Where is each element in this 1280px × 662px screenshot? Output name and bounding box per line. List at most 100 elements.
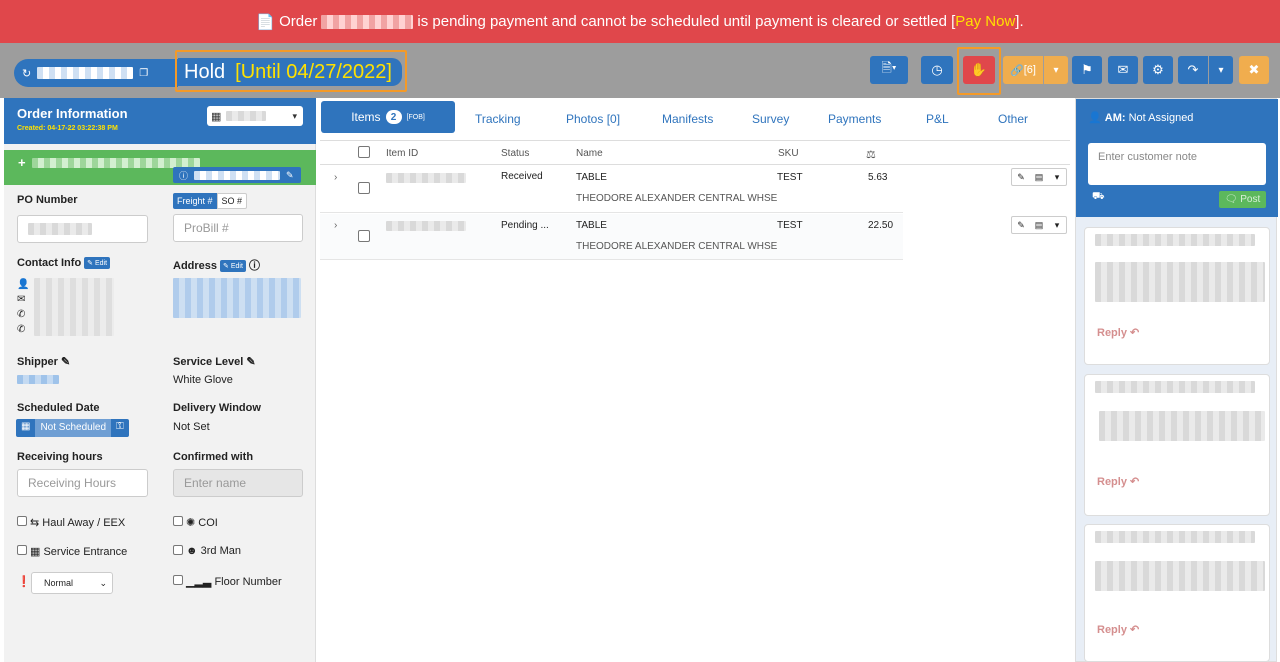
- calculator-select[interactable]: ▦ ▾: [207, 106, 303, 126]
- header-item-id[interactable]: Item ID: [386, 148, 418, 159]
- links-dropdown-button[interactable]: ▾: [1044, 56, 1068, 84]
- order-number-pill[interactable]: ↻ ❐: [14, 59, 178, 87]
- customer-bar[interactable]: + ⓘ ✎: [4, 150, 316, 185]
- item-id-redacted: [386, 173, 466, 183]
- notes-header: 👤 AM: Not Assigned Enter customer note ⛟…: [1076, 99, 1278, 217]
- links-button[interactable]: 🔗 [6]: [1003, 56, 1043, 84]
- key-icon[interactable]: ⚿: [111, 419, 129, 437]
- table-row[interactable]: › Pending ... TABLE THEODORE ALEXANDER C…: [320, 214, 903, 260]
- post-label: Post: [1240, 194, 1261, 205]
- close-button[interactable]: ✖: [1239, 56, 1269, 84]
- po-number-input[interactable]: [17, 215, 148, 243]
- probill-input[interactable]: ProBill #: [173, 214, 303, 242]
- select-all-checkbox[interactable]: [358, 146, 370, 158]
- pay-now-link[interactable]: Pay Now: [955, 13, 1015, 30]
- tab-survey[interactable]: Survey: [752, 112, 789, 126]
- item-id-redacted: [386, 221, 466, 231]
- comment-icon: 🗨: [1224, 194, 1238, 205]
- not-scheduled-button[interactable]: Not Scheduled: [35, 419, 112, 437]
- tab-tracking[interactable]: Tracking: [475, 112, 521, 126]
- delivery-window-value: Not Set: [173, 421, 210, 433]
- document-menu-button[interactable]: 🗎▾: [870, 56, 908, 84]
- priority-select[interactable]: Normal ⌄: [31, 572, 113, 594]
- edit-icon[interactable]: ✎: [1012, 220, 1030, 231]
- contact-edit-button[interactable]: ✎ Edit: [84, 257, 111, 270]
- flag-button[interactable]: ⚑: [1072, 56, 1102, 84]
- hold-highlight: [175, 50, 407, 92]
- account-pill[interactable]: ⓘ ✎: [173, 167, 301, 183]
- calendar-icon[interactable]: ▦: [16, 419, 36, 437]
- coi-checkbox[interactable]: [173, 516, 183, 526]
- chevron-right-icon[interactable]: ›: [334, 172, 337, 183]
- list-icon[interactable]: ▤: [1030, 172, 1048, 183]
- caret-down-icon: ▾: [1218, 64, 1224, 76]
- caret-down-icon[interactable]: ▾: [1048, 220, 1066, 231]
- chevron-right-icon[interactable]: ›: [334, 220, 337, 231]
- so-tab[interactable]: SO #: [216, 193, 248, 209]
- info-icon[interactable]: ⓘ: [249, 260, 260, 272]
- header-sku[interactable]: SKU: [778, 148, 799, 159]
- post-note-button[interactable]: 🗨 Post: [1219, 191, 1266, 208]
- reply-link[interactable]: Reply ↶: [1097, 326, 1139, 339]
- haul-away-checkbox[interactable]: [17, 516, 27, 526]
- row-checkbox[interactable]: [358, 182, 370, 194]
- refresh-icon[interactable]: ↻: [22, 67, 31, 80]
- tab-pl[interactable]: P&L: [926, 112, 949, 126]
- tab-manifests[interactable]: Manifests: [662, 112, 713, 126]
- address-edit-button[interactable]: ✎ Edit: [220, 260, 246, 273]
- coi-text: COI: [198, 517, 218, 529]
- list-icon[interactable]: ▤: [1030, 220, 1048, 231]
- tab-items-label: Items: [351, 110, 381, 124]
- history-button[interactable]: ◷: [921, 56, 953, 84]
- row-checkbox[interactable]: [358, 230, 370, 242]
- customer-note-input[interactable]: Enter customer note: [1088, 143, 1266, 185]
- tab-photos[interactable]: Photos [0]: [566, 112, 620, 126]
- row-status: Pending ...: [501, 220, 549, 231]
- row-status: Received: [501, 171, 543, 182]
- tab-other[interactable]: Other: [998, 112, 1028, 126]
- note-card: Reply ↶: [1084, 524, 1270, 662]
- edit-icon[interactable]: ✎: [1012, 172, 1030, 183]
- confirmed-with-input[interactable]: Enter name: [173, 469, 303, 497]
- freight-tab[interactable]: Freight #: [173, 193, 217, 209]
- edit-icon[interactable]: ✎: [61, 356, 70, 368]
- reply-link[interactable]: Reply ↶: [1097, 623, 1139, 636]
- table-row[interactable]: › Received TABLE THEODORE ALEXANDER CENT…: [320, 166, 903, 213]
- scale-icon: ⚖: [866, 149, 876, 161]
- route-button[interactable]: ↷: [1178, 56, 1208, 84]
- user-icon: 👤: [1088, 112, 1102, 124]
- order-info-title: Order Information: [17, 106, 128, 121]
- receiving-hours-label: Receiving hours: [17, 451, 103, 463]
- row-actions: ✎ ▤ ▾: [1011, 168, 1067, 186]
- order-info-panel: Order Information Created: 04-17-22 03:2…: [4, 98, 316, 662]
- order-id-redacted: [37, 67, 134, 79]
- receiving-hours-input[interactable]: Receiving Hours: [17, 469, 148, 497]
- links-count: [6]: [1023, 64, 1036, 76]
- account-redacted: [194, 170, 281, 180]
- tab-items[interactable]: Items 2 [FOB]: [321, 101, 455, 133]
- edit-icon[interactable]: ✎: [246, 356, 255, 368]
- header-name[interactable]: Name: [576, 148, 603, 159]
- note-body-redacted: [1095, 561, 1265, 591]
- email-button[interactable]: ✉: [1108, 56, 1138, 84]
- copy-icon[interactable]: ❐: [139, 68, 148, 79]
- envelope-icon: ✉: [17, 294, 26, 305]
- edit-icon[interactable]: ✎: [286, 170, 294, 181]
- floor-number-checkbox[interactable]: [173, 575, 183, 585]
- route-dropdown-button[interactable]: ▾: [1209, 56, 1233, 84]
- row-name: TABLE: [576, 172, 607, 183]
- service-entrance-checkbox[interactable]: [17, 545, 27, 555]
- caret-down-icon[interactable]: ▾: [1048, 172, 1066, 183]
- floor-number-label: ▁▂▃ Floor Number: [186, 575, 282, 588]
- truck-icon[interactable]: ⛟: [1092, 191, 1105, 204]
- tab-payments[interactable]: Payments: [828, 112, 881, 126]
- header-status[interactable]: Status: [501, 148, 529, 159]
- po-number-label: PO Number: [17, 194, 78, 206]
- settings-button[interactable]: ⚙: [1143, 56, 1173, 84]
- am-label: AM:: [1104, 112, 1126, 124]
- third-man-checkbox[interactable]: [173, 545, 183, 555]
- banner-suffix: ].: [1015, 13, 1024, 30]
- plus-icon[interactable]: +: [18, 155, 26, 170]
- fob-tag: [FOB]: [406, 113, 425, 121]
- reply-link[interactable]: Reply ↶: [1097, 475, 1139, 488]
